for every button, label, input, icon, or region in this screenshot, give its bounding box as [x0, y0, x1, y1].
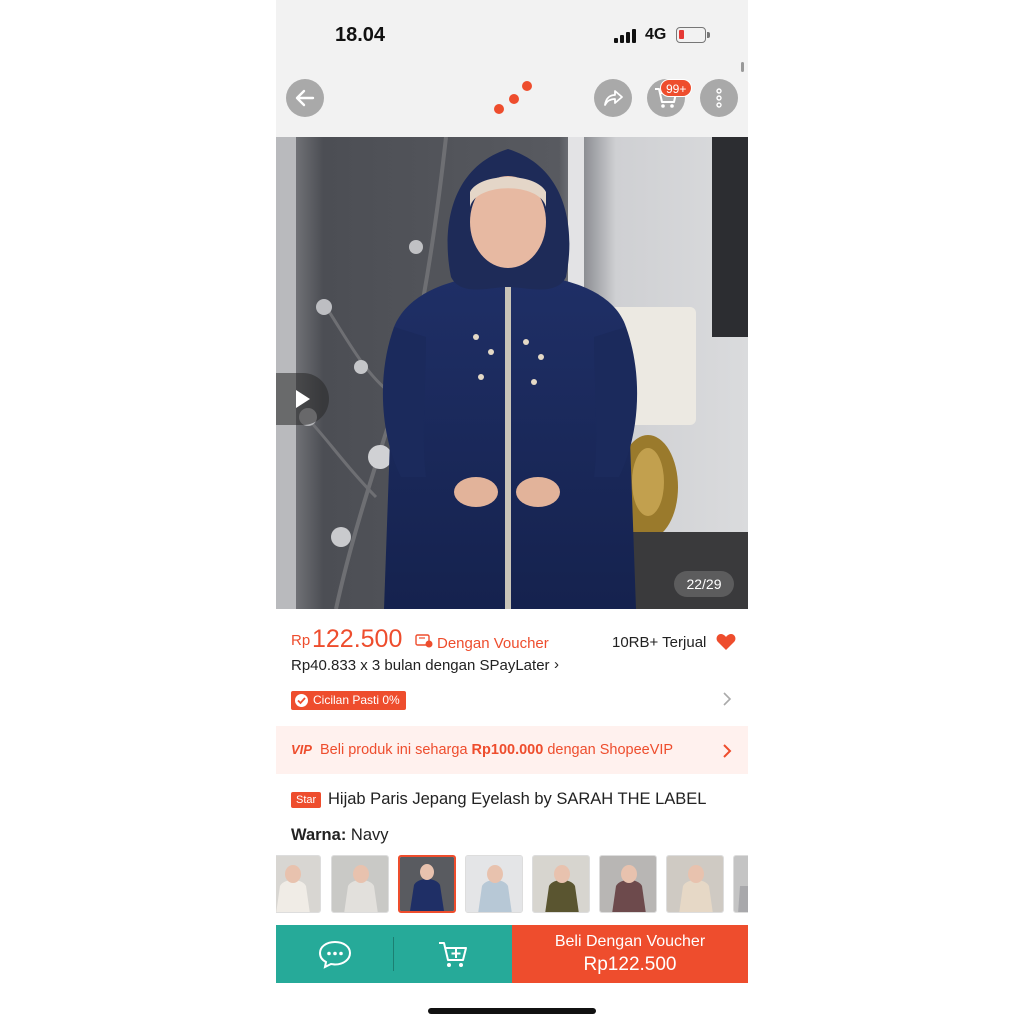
more-icon	[716, 88, 722, 108]
price-amount: 122.500	[312, 625, 403, 653]
share-icon	[604, 90, 623, 106]
chat-icon	[318, 940, 352, 969]
cicilan-badge: Cicilan Pasti 0%	[291, 691, 406, 710]
variant-thumb-white[interactable]	[276, 855, 321, 913]
product-image[interactable]: 22/29	[276, 137, 748, 609]
play-icon	[296, 390, 310, 408]
variant-thumb-cream[interactable]	[666, 855, 724, 913]
add-to-cart-icon	[439, 942, 467, 967]
buy-price: Rp122.500	[583, 954, 677, 975]
status-bar: 18.04 4G	[276, 0, 748, 70]
installment-info[interactable]: Rp40.833 x 3 bulan dengan SPayLater	[291, 657, 550, 674]
cart-count-badge: 99+	[660, 79, 693, 97]
price-row: Rp 122.500 Dengan Voucher 10RB+ Terjual	[291, 625, 741, 655]
button-divider	[393, 937, 394, 971]
signal-icon	[614, 29, 638, 43]
voucher-icon	[415, 634, 433, 648]
vip-text: Beli produk ini seharga Rp100.000 dengan…	[320, 742, 674, 758]
variant-thumb-grey[interactable]	[331, 855, 389, 913]
vip-icon: VIP	[291, 742, 312, 757]
price-currency: Rp	[291, 632, 311, 649]
shopee-vip-banner[interactable]: VIP Beli produk ini seharga Rp100.000 de…	[276, 726, 748, 774]
buy-with-voucher-button[interactable]: Beli Dengan Voucher Rp122.500	[512, 925, 748, 983]
cicilan-label: Cicilan Pasti 0%	[313, 693, 400, 707]
chat-button[interactable]	[276, 925, 394, 983]
star-seller-badge: Star	[291, 792, 322, 808]
variant-value: Navy	[346, 826, 389, 844]
installment-chevron: ›	[554, 656, 559, 673]
phone-screen: 18.04 4G 99+ 22/29 Rp 122.500 Dengan Vou…	[276, 0, 748, 1024]
chevron-right-icon	[723, 744, 732, 758]
variant-thumb-silver[interactable]	[733, 855, 748, 913]
variant-thumb-light-blue[interactable]	[465, 855, 523, 913]
scrollbar	[741, 62, 744, 72]
network-type: 4G	[645, 26, 667, 43]
variant-thumb-mauve[interactable]	[599, 855, 657, 913]
status-time: 18.04	[335, 24, 386, 46]
variant-label: Warna: Navy	[291, 826, 389, 844]
add-to-cart-button[interactable]	[394, 925, 512, 983]
buy-label: Beli Dengan Voucher	[554, 933, 706, 950]
variant-thumb-olive[interactable]	[532, 855, 590, 913]
bottom-action-bar: Beli Dengan Voucher Rp122.500	[276, 925, 748, 983]
image-counter: 22/29	[674, 571, 734, 597]
chevron-right-icon[interactable]	[721, 690, 733, 708]
voucher-label: Dengan Voucher	[437, 635, 549, 652]
back-button[interactable]	[286, 79, 324, 117]
play-video-button[interactable]	[276, 373, 329, 425]
home-indicator[interactable]	[428, 1008, 596, 1014]
sold-count: 10RB+ Terjual	[612, 634, 707, 651]
back-arrow-icon	[295, 89, 315, 107]
more-options-button[interactable]	[700, 79, 738, 117]
share-button[interactable]	[594, 79, 632, 117]
loading-indicator	[494, 76, 534, 116]
variant-thumb-navy[interactable]	[398, 855, 456, 913]
check-icon	[295, 694, 308, 707]
heart-icon[interactable]	[716, 633, 736, 651]
battery-icon	[676, 27, 710, 43]
variant-thumbnails	[276, 855, 748, 915]
product-title: Hijab Paris Jepang Eyelash by SARAH THE …	[328, 790, 707, 808]
product-photo	[276, 137, 748, 609]
